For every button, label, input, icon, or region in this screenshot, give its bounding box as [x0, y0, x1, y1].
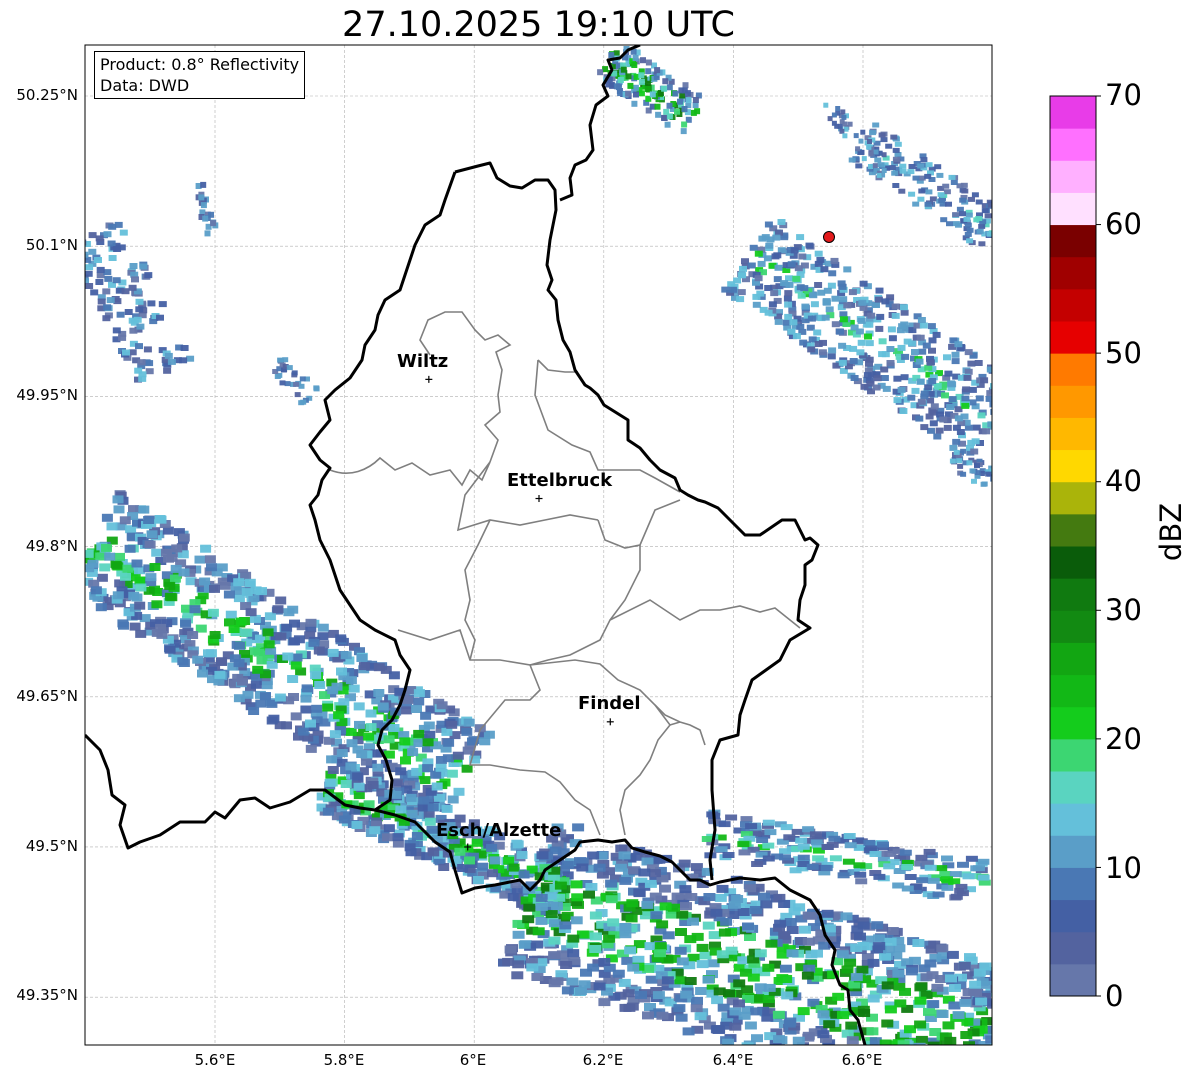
lat-label: 50.1°N [25, 236, 78, 254]
colorbar [1049, 95, 1101, 997]
colorbar-segment [1050, 899, 1096, 933]
lon-label: 6.6°E [841, 1051, 883, 1069]
radar-site-dot [823, 231, 835, 243]
colorbar-label: dBZ [1154, 502, 1184, 562]
colorbar-tick-label: 40 [1105, 464, 1142, 498]
colorbar-segment [1050, 610, 1096, 643]
colorbar-segment [1050, 642, 1096, 676]
lat-label: 50.25°N [16, 86, 78, 104]
colorbar-segment [1050, 771, 1096, 804]
lat-label: 49.35°N [16, 986, 78, 1004]
colorbar-segment [1050, 417, 1096, 451]
colorbar-tick-label: 70 [1105, 78, 1142, 112]
colorbar-segment [1050, 706, 1096, 740]
colorbar-tick-label: 0 [1105, 979, 1124, 1013]
city-label-findel: Findel [578, 693, 641, 714]
colorbar-segment [1050, 578, 1096, 611]
lon-label: 5.8°E [323, 1051, 365, 1069]
data-source-label: Data: DWD [100, 76, 190, 95]
city-markers [425, 375, 614, 851]
lon-label: 6.4°E [712, 1051, 754, 1069]
colorbar-segment [1050, 738, 1096, 772]
colorbar-segment [1050, 835, 1096, 868]
colorbar-tick-label: 10 [1105, 851, 1142, 885]
lat-label: 49.5°N [25, 837, 78, 855]
lat-label: 49.95°N [16, 386, 78, 404]
colorbar-segment [1050, 546, 1096, 579]
lat-label: 49.65°N [16, 687, 78, 705]
colorbar-segment [1050, 256, 1096, 290]
product-label: Product: 0.8° Reflectivity [100, 55, 300, 74]
colorbar-segment [1050, 224, 1096, 258]
info-box: Product: 0.8° Reflectivity Data: DWD [94, 51, 306, 99]
colorbar-segment [1050, 96, 1096, 129]
colorbar-segment [1050, 288, 1096, 322]
colorbar-segment [1050, 513, 1096, 547]
colorbar-tick-label: 20 [1105, 722, 1142, 756]
colorbar-segment [1050, 481, 1096, 515]
radar-map [84, 44, 1101, 1046]
colorbar-segment [1050, 963, 1096, 997]
reflectivity-echoes [85, 46, 992, 1045]
colorbar-segment [1050, 867, 1096, 901]
colorbar-segment [1050, 931, 1096, 965]
colorbar-tick-label: 50 [1105, 336, 1142, 370]
lon-label: 5.6°E [194, 1051, 236, 1069]
city-label-ettelbruck: Ettelbruck [507, 470, 613, 491]
colorbar-segment [1050, 128, 1096, 161]
colorbar-segment [1050, 449, 1096, 483]
lon-label: 6.2°E [582, 1051, 624, 1069]
colorbar-segment [1050, 385, 1096, 418]
colorbar-segment [1050, 803, 1096, 836]
colorbar-segment [1050, 353, 1096, 386]
colorbar-segment [1050, 160, 1096, 193]
colorbar-tick-label: 60 [1105, 207, 1142, 241]
colorbar-segment [1050, 674, 1096, 708]
city-label-wiltz: Wiltz [397, 351, 449, 372]
lat-label: 49.8°N [25, 537, 78, 555]
radar-site-marker [823, 231, 835, 243]
city-label-esch-alzette: Esch/Alzette [436, 820, 562, 841]
colorbar-segment [1050, 321, 1096, 354]
lon-label: 6°E [459, 1051, 487, 1069]
colorbar-segment [1050, 192, 1096, 226]
colorbar-tick-label: 30 [1105, 593, 1142, 627]
